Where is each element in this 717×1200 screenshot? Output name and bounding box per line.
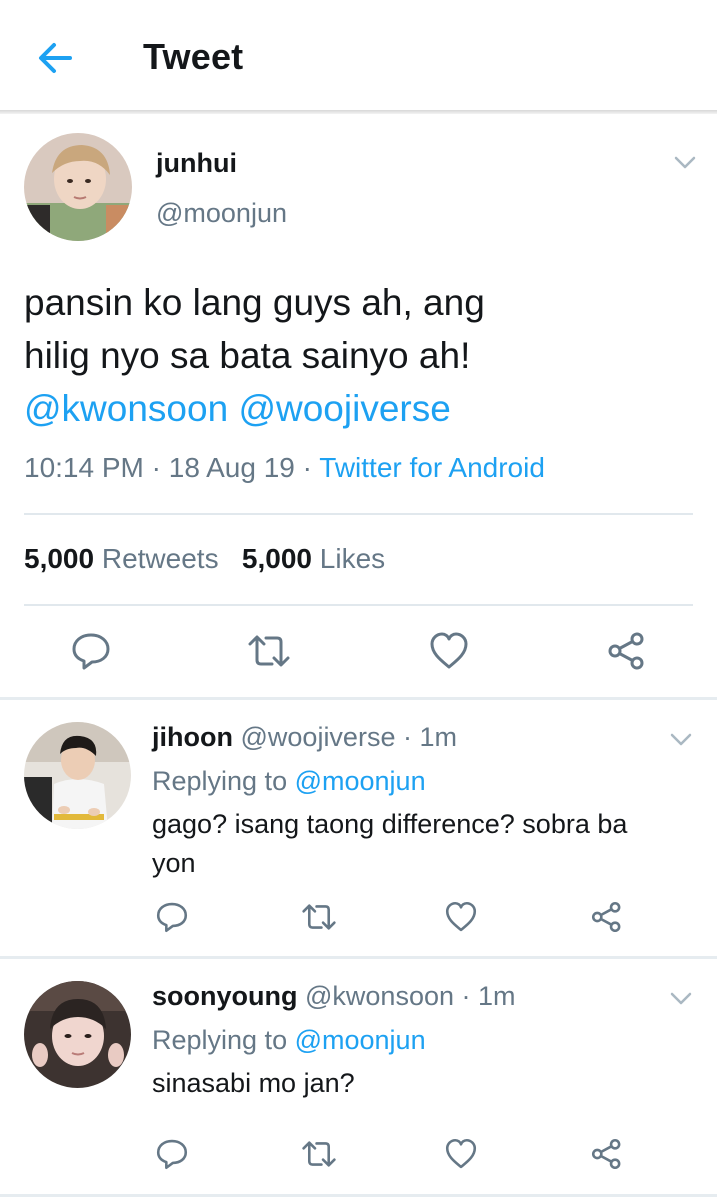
tweet-text-line: pansin ko lang guys ah, ang xyxy=(24,282,485,323)
header-divider xyxy=(0,110,717,114)
avatar-jihoon[interactable] xyxy=(24,722,131,829)
like-button[interactable] xyxy=(428,630,470,677)
avatar-photo xyxy=(24,133,132,241)
like-button[interactable] xyxy=(444,1137,478,1176)
retweet-icon xyxy=(248,635,290,667)
back-button[interactable] xyxy=(30,32,82,84)
share-button[interactable] xyxy=(590,1137,624,1176)
likes-count: 5,000 xyxy=(241,543,312,574)
avatar-soonyoung[interactable] xyxy=(24,981,131,1088)
meta-separator: · xyxy=(302,452,312,483)
tweet-text: pansin ko lang guys ah, ang hilig nyo sa… xyxy=(24,276,684,435)
like-icon xyxy=(430,632,468,669)
retweets-label: Retweets xyxy=(101,543,219,574)
reply-button[interactable] xyxy=(155,900,189,939)
share-button[interactable] xyxy=(606,630,648,677)
reply-author-handle[interactable]: @woojiverse xyxy=(241,722,396,752)
section-divider xyxy=(0,697,717,700)
replying-to-label: Replying to xyxy=(152,766,288,796)
tweet-menu-button[interactable] xyxy=(670,153,700,173)
reply-icon xyxy=(72,633,110,670)
tweet-stats: 5,000 Retweets 5,000 Likes xyxy=(24,543,385,575)
reply-text-line: gago? isang taong difference? sobra ba xyxy=(152,809,628,839)
back-arrow-icon xyxy=(39,43,72,73)
like-icon xyxy=(445,901,477,932)
chevron-down-icon xyxy=(670,733,692,746)
reply-icon xyxy=(156,1139,188,1170)
reply-time: · 1m xyxy=(461,981,516,1011)
reply-text: gago? isang taong difference? sobra ba y… xyxy=(152,805,692,883)
top-bar xyxy=(0,0,717,112)
retweet-button[interactable] xyxy=(300,1137,338,1176)
retweet-icon xyxy=(302,1141,336,1167)
reply-button[interactable] xyxy=(155,1137,189,1176)
tweet-time: 10:14 PM xyxy=(24,452,144,483)
tweet-client-link[interactable]: Twitter for Android xyxy=(319,452,545,483)
reply-text-line: yon xyxy=(152,848,196,878)
tweet-metadata: 10:14 PM · 18 Aug 19 · Twitter for Andro… xyxy=(24,452,545,484)
like-icon xyxy=(445,1138,477,1169)
share-icon xyxy=(591,1138,621,1170)
reply-icon xyxy=(156,902,188,933)
mention-link[interactable]: @kwonsoon xyxy=(24,388,228,429)
tweet-text-line: hilig nyo sa bata sainyo ah! xyxy=(24,335,471,376)
reply-text-line: sinasabi mo jan? xyxy=(152,1068,355,1098)
reply-button[interactable] xyxy=(70,630,112,677)
section-divider xyxy=(0,1194,717,1197)
retweets-count: 5,000 xyxy=(24,543,95,574)
retweet-button[interactable] xyxy=(300,900,338,939)
meta-separator: · xyxy=(151,452,161,483)
like-button[interactable] xyxy=(444,900,478,939)
replying-to: Replying to @moonjun xyxy=(152,766,426,797)
reply-author-name[interactable]: soonyoung xyxy=(152,981,297,1011)
chevron-down-icon xyxy=(674,156,696,169)
likes-stat[interactable]: 5,000 Likes xyxy=(242,543,385,574)
author-handle[interactable]: @moonjun xyxy=(156,198,287,229)
divider xyxy=(24,513,693,515)
mention-link[interactable]: @woojiverse xyxy=(238,388,450,429)
share-button[interactable] xyxy=(590,900,624,939)
avatar-photo xyxy=(24,981,131,1088)
retweet-icon xyxy=(302,904,336,930)
share-icon xyxy=(608,632,644,670)
page-title: Tweet xyxy=(143,36,244,77)
section-divider xyxy=(0,956,717,959)
replying-to-mention[interactable]: @moonjun xyxy=(295,766,426,796)
reply-menu-button[interactable] xyxy=(666,730,696,750)
retweet-button[interactable] xyxy=(246,630,292,677)
reply-author-name[interactable]: jihoon xyxy=(152,722,233,752)
likes-label: Likes xyxy=(319,543,386,574)
replying-to-mention[interactable]: @moonjun xyxy=(295,1025,426,1055)
avatar-junhui[interactable] xyxy=(24,133,132,241)
retweets-stat[interactable]: 5,000 Retweets xyxy=(24,543,219,574)
tweet-date: 18 Aug 19 xyxy=(168,452,295,483)
reply-header: soonyoung @kwonsoon · 1m xyxy=(152,981,516,1012)
replying-to: Replying to @moonjun xyxy=(152,1025,426,1056)
reply-menu-button[interactable] xyxy=(666,989,696,1009)
reply-time: · 1m xyxy=(402,722,457,752)
replying-to-label: Replying to xyxy=(152,1025,288,1055)
reply-header: jihoon @woojiverse · 1m xyxy=(152,722,457,753)
chevron-down-icon xyxy=(670,992,692,1005)
author-name[interactable]: junhui xyxy=(156,148,237,179)
reply-author-handle[interactable]: @kwonsoon xyxy=(305,981,454,1011)
share-icon xyxy=(591,901,621,933)
reply-text: sinasabi mo jan? xyxy=(152,1064,692,1103)
avatar-photo xyxy=(24,722,131,829)
divider xyxy=(24,604,693,606)
